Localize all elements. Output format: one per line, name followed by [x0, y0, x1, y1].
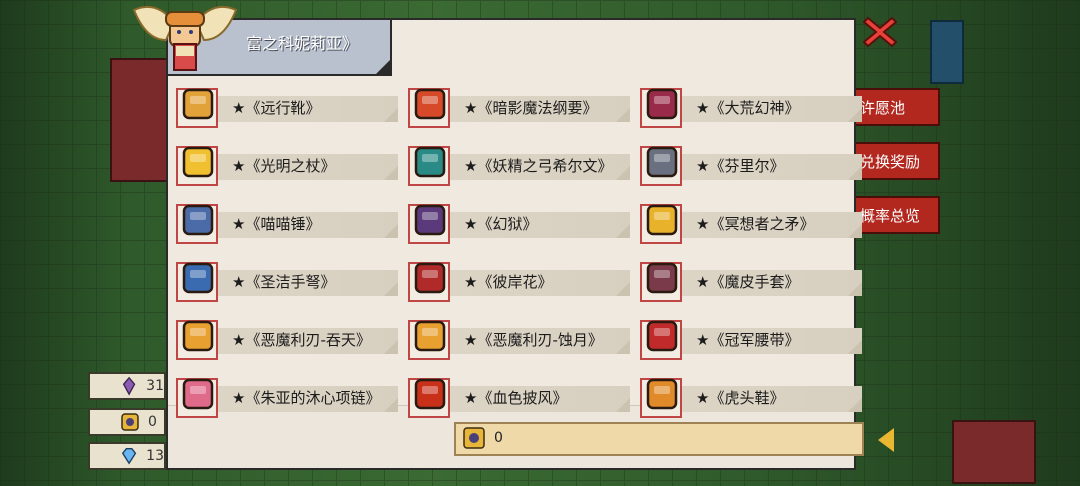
spellbook-icon — [414, 88, 446, 120]
resource-gem: 13 — [88, 442, 166, 470]
item-slot[interactable]: ★《恶魔利刃-蚀月》 — [404, 318, 630, 364]
hammer-icon — [182, 204, 214, 236]
mask-icon — [646, 88, 678, 120]
item-slot[interactable]: ★《魔皮手套》 — [636, 260, 862, 306]
wolf-gauntlet-icon — [646, 146, 678, 178]
item-slot[interactable]: ★《血色披风》 — [404, 376, 630, 422]
item-slot[interactable]: ★《彼岸花》 — [404, 260, 630, 306]
item-name: ★《芬里尔》 — [696, 157, 785, 175]
map-pool — [930, 20, 964, 84]
token-icon — [463, 427, 485, 449]
staff-icon — [182, 146, 214, 178]
item-name: ★《恶魔利刃-吞天》 — [232, 331, 371, 349]
counter-bar — [454, 422, 864, 456]
purple-crystal-icon — [122, 376, 136, 396]
resource-token: 0 — [88, 408, 166, 436]
item-slot[interactable]: ★《圣洁手弩》 — [172, 260, 398, 306]
item-slot[interactable]: ★《芬里尔》 — [636, 144, 862, 190]
gem-icon — [121, 448, 137, 465]
wishing-pool-button[interactable]: 许愿池 — [856, 88, 940, 126]
item-name: ★《冥想者之矛》 — [696, 215, 815, 233]
item-name: ★《冠军腰带》 — [696, 331, 800, 349]
counter-value: 0 — [494, 430, 503, 446]
cloak-icon — [414, 378, 446, 410]
resource-gem-value: 13 — [146, 448, 164, 464]
spear-icon — [646, 204, 678, 236]
character-avatar-icon — [132, 6, 238, 71]
item-name: ★《彼岸花》 — [464, 273, 553, 291]
exchange-reward-button[interactable]: 兑换奖励 — [856, 142, 940, 180]
item-slot[interactable]: ★《幻狱》 — [404, 202, 630, 248]
item-slot[interactable]: ★《光明之杖》 — [172, 144, 398, 190]
demon-blade-icon — [414, 320, 446, 352]
sword-icon — [414, 262, 446, 294]
item-name: ★《恶魔利刃-蚀月》 — [464, 331, 603, 349]
item-name: ★《虎头鞋》 — [696, 389, 785, 407]
resource-crystal-value: 31 — [146, 378, 164, 394]
resource-crystal: 31 — [88, 372, 166, 400]
item-slot[interactable]: ★《妖精之弓希尔文》 — [404, 144, 630, 190]
item-slot[interactable]: ★《大荒幻神》 — [636, 86, 862, 132]
glove-icon — [646, 262, 678, 294]
item-name: ★《暗影魔法纲要》 — [464, 99, 598, 117]
item-name: ★《远行靴》 — [232, 99, 321, 117]
item-name: ★《幻狱》 — [464, 215, 538, 233]
close-icon[interactable] — [862, 14, 898, 50]
item-slot[interactable]: ★《冥想者之矛》 — [636, 202, 862, 248]
resource-token-value: 0 — [148, 414, 157, 430]
item-slot[interactable]: ★《恶魔利刃-吞天》 — [172, 318, 398, 364]
crossbow-icon — [182, 262, 214, 294]
item-name: ★《光明之杖》 — [232, 157, 336, 175]
item-slot[interactable]: ★《暗影魔法纲要》 — [404, 86, 630, 132]
belt-icon — [646, 320, 678, 352]
item-slot[interactable]: ★《朱亚的沐心项链》 — [172, 376, 398, 422]
selection-counter: 0 — [440, 422, 864, 456]
tiger-shoes-icon — [646, 378, 678, 410]
item-slot[interactable]: ★《冠军腰带》 — [636, 318, 862, 364]
item-name: ★《朱亚的沐心项链》 — [232, 389, 381, 407]
axe-icon — [414, 204, 446, 236]
item-name: ★《妖精之弓希尔文》 — [464, 157, 613, 175]
panel-title: 富之科妮莉亚》 — [246, 34, 359, 53]
item-slot[interactable]: ★《远行靴》 — [172, 86, 398, 132]
item-name: ★《喵喵锤》 — [232, 215, 321, 233]
page-arrow-icon[interactable] — [878, 428, 894, 452]
item-slot[interactable]: ★《虎头鞋》 — [636, 376, 862, 422]
probability-overview-button[interactable]: 概率总览 — [856, 196, 940, 234]
necklace-icon — [182, 378, 214, 410]
demon-blade-icon — [182, 320, 214, 352]
bow-icon — [414, 146, 446, 178]
item-slot[interactable]: ★《喵喵锤》 — [172, 202, 398, 248]
map-building — [952, 420, 1036, 484]
item-name: ★《血色披风》 — [464, 389, 568, 407]
item-name: ★《圣洁手弩》 — [232, 273, 336, 291]
item-name: ★《大荒幻神》 — [696, 99, 800, 117]
token-icon — [121, 413, 139, 431]
item-name: ★《魔皮手套》 — [696, 273, 800, 291]
boots-icon — [182, 88, 214, 120]
